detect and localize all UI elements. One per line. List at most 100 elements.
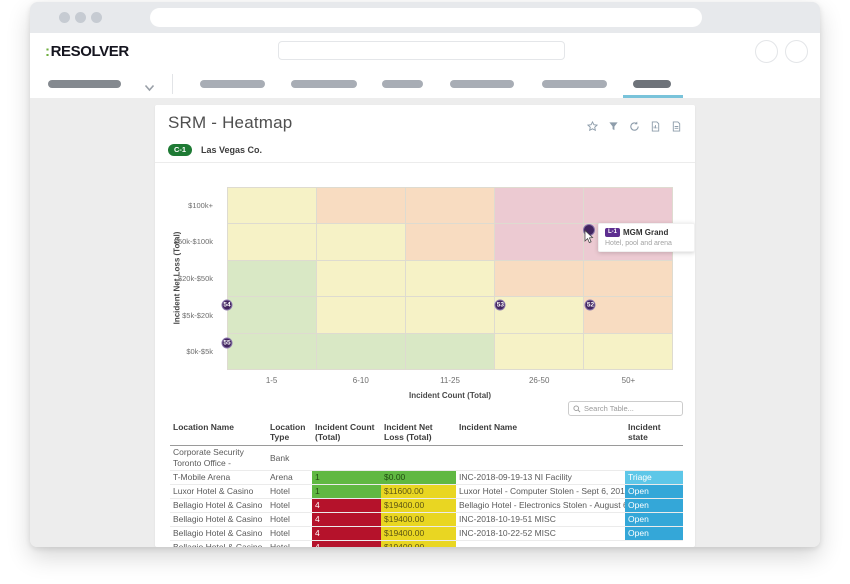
- heatmap-cell: [317, 334, 405, 369]
- logo-text: RESOLVER: [51, 43, 129, 60]
- table-row[interactable]: T-Mobile ArenaArena1$0.00INC-2018-09-19-…: [170, 471, 683, 485]
- column-header[interactable]: Location Type: [267, 420, 312, 446]
- heatmap-cell: [228, 224, 316, 259]
- tooltip-title: MGM Grand: [623, 228, 668, 237]
- heatmap-cell: [495, 188, 583, 223]
- browser-url-bar[interactable]: [150, 8, 702, 27]
- heatmap-point[interactable]: 55: [222, 337, 233, 348]
- table-row[interactable]: Corporate Security Toronto Office -Bank: [170, 446, 683, 471]
- nav-item-placeholder[interactable]: [291, 80, 357, 88]
- heatmap-point[interactable]: 52: [585, 300, 596, 311]
- y-axis-labels: $100k+$50k-$100k$20k-$50k$5k-$20k$0k-$5k: [155, 187, 219, 370]
- heatmap-cell: [495, 297, 583, 332]
- status-cell[interactable]: Open: [625, 499, 683, 513]
- table-cell: 1: [312, 471, 381, 485]
- heatmap-cell: [584, 297, 672, 332]
- table-cell: Bank: [267, 446, 312, 471]
- status-cell[interactable]: Triage: [625, 471, 683, 485]
- status-cell[interactable]: Open: [625, 485, 683, 499]
- column-header[interactable]: Incident Name: [456, 420, 625, 446]
- table-cell: Bellagio Hotel & Casino: [170, 499, 267, 513]
- y-axis-tick-label: $100k+: [155, 187, 219, 224]
- nav-menu-placeholder[interactable]: [48, 80, 121, 88]
- heatmap-cell: [495, 334, 583, 369]
- table-cell: [625, 541, 683, 548]
- heatmap-cell: [228, 297, 316, 332]
- x-axis-tick-label: 26-50: [495, 376, 584, 385]
- window-control-dot[interactable]: [91, 12, 102, 23]
- star-icon[interactable]: [587, 119, 598, 137]
- content-area: SRM - Heatmap C-1 Las Vegas Co. Incident…: [30, 98, 820, 547]
- table-cell: 4: [312, 541, 381, 548]
- table-row[interactable]: Bellagio Hotel & CasinoHotel4$19400.00IN…: [170, 527, 683, 541]
- heatmap-grid: [227, 187, 673, 370]
- heatmap-cell: [406, 261, 494, 296]
- x-axis-tick-label: 50+: [584, 376, 673, 385]
- table-cell: $11600.00: [381, 485, 456, 499]
- chevron-down-icon[interactable]: [144, 79, 155, 97]
- status-cell[interactable]: Open: [625, 513, 683, 527]
- table-row[interactable]: Luxor Hotel & CasinoHotel1$11600.00Luxor…: [170, 485, 683, 499]
- heatmap-cell: [228, 261, 316, 296]
- mouse-cursor-icon: [584, 230, 594, 249]
- y-axis-tick-label: $5k-$20k: [155, 297, 219, 334]
- table-cell: Hotel: [267, 527, 312, 541]
- table-cell: Hotel: [267, 485, 312, 499]
- heatmap-cell: [406, 334, 494, 369]
- heatmap-point[interactable]: 54: [222, 300, 233, 311]
- table-cell: $19400.00: [381, 513, 456, 527]
- filter-icon[interactable]: [608, 119, 619, 137]
- export-report-icon[interactable]: [650, 119, 661, 137]
- table-cell: Hotel: [267, 541, 312, 548]
- heatmap-cell: [228, 334, 316, 369]
- heatmap-cell: [317, 188, 405, 223]
- heatmap-cell: [406, 188, 494, 223]
- table-cell: 4: [312, 499, 381, 513]
- x-axis-tick-label: 6-10: [316, 376, 405, 385]
- column-header[interactable]: Incident Net Loss (Total): [381, 420, 456, 446]
- global-search-input[interactable]: [278, 41, 565, 60]
- status-cell[interactable]: Open: [625, 527, 683, 541]
- table-cell: T-Mobile Arena: [170, 471, 267, 485]
- table-row[interactable]: Bellagio Hotel & CasinoHotel4$19400.00IN…: [170, 513, 683, 527]
- table-cell: [625, 446, 683, 471]
- table-cell: $19400.00: [381, 541, 456, 548]
- table-cell: INC-2018-10-19-51 MISC: [456, 513, 625, 527]
- y-axis-tick-label: $0k-$5k: [155, 333, 219, 370]
- table-search-input[interactable]: [584, 404, 678, 413]
- refresh-icon[interactable]: [629, 119, 640, 137]
- nav-item-placeholder[interactable]: [542, 80, 607, 88]
- column-header[interactable]: Incident Count (Total): [312, 420, 381, 446]
- window-control-dot[interactable]: [59, 12, 70, 23]
- table-body: Corporate Security Toronto Office -BankT…: [170, 446, 683, 548]
- table-cell: INC-2018-09-19-13 NI Facility: [456, 471, 625, 485]
- table-cell: Hotel: [267, 499, 312, 513]
- location-badge: L-1: [605, 228, 620, 237]
- nav-divider: [172, 74, 173, 94]
- table-cell: Bellagio Hotel & Casino: [170, 513, 267, 527]
- heatmap-cell: [495, 224, 583, 259]
- nav-item-active-placeholder[interactable]: [633, 80, 671, 88]
- heatmap-cell: [584, 188, 672, 223]
- table-cell: 4: [312, 513, 381, 527]
- heatmap-point[interactable]: 53: [495, 300, 506, 311]
- table-row[interactable]: Bellagio Hotel & CasinoHotel4$19400.00Be…: [170, 499, 683, 513]
- nav-item-placeholder[interactable]: [382, 80, 423, 88]
- table-cell: $0.00: [381, 471, 456, 485]
- user-avatar-placeholder[interactable]: [785, 40, 808, 63]
- table-cell: [312, 446, 381, 471]
- export-data-icon[interactable]: [671, 119, 682, 137]
- table-cell: INC-2018-10-22-52 MISC: [456, 527, 625, 541]
- help-button-placeholder[interactable]: [755, 40, 778, 63]
- resolver-logo: :RESOLVER: [45, 43, 129, 60]
- browser-chrome: [30, 2, 820, 33]
- nav-item-placeholder[interactable]: [200, 80, 265, 88]
- nav-item-placeholder[interactable]: [450, 80, 514, 88]
- table-search: [568, 401, 683, 416]
- table-row[interactable]: Bellagio Hotel & CasinoHotel4$19400.00: [170, 541, 683, 548]
- column-header[interactable]: Incident state: [625, 420, 683, 446]
- window-control-dot[interactable]: [75, 12, 86, 23]
- column-header[interactable]: Location Name: [170, 420, 267, 446]
- card-toolbar: [587, 119, 682, 137]
- x-axis-tick-label: 1-5: [227, 376, 316, 385]
